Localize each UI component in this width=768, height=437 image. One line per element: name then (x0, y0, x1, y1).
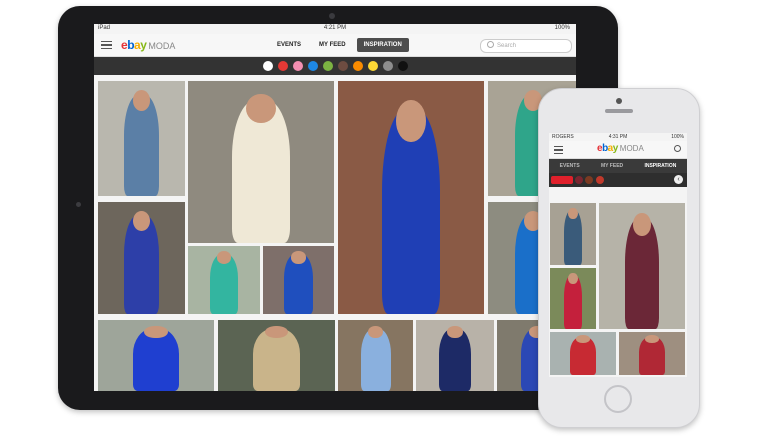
inspiration-grid (94, 24, 576, 391)
outfit-photo[interactable] (263, 246, 334, 314)
outfit-photo[interactable] (550, 332, 616, 375)
outfit-photo[interactable] (338, 320, 413, 391)
iphone-screen: ROGERS 4:31 PM 100% ebay MODA EVENTS MY F… (549, 133, 687, 377)
outfit-photo[interactable] (188, 246, 260, 314)
inspiration-grid (549, 133, 687, 377)
outfit-photo[interactable] (98, 202, 185, 314)
outfit-photo[interactable] (550, 268, 596, 329)
outfit-photo[interactable] (550, 203, 596, 265)
ipad-screen: iPad 4:21 PM 100% ebay MODA EVENTS MY FEE… (94, 24, 576, 391)
iphone-camera (616, 98, 622, 104)
outfit-photo[interactable] (599, 203, 685, 329)
iphone-speaker (605, 109, 633, 113)
outfit-photo[interactable] (619, 332, 685, 375)
outfit-photo[interactable] (98, 81, 185, 196)
ipad-side-dot (76, 202, 81, 207)
outfit-photo[interactable] (98, 320, 214, 391)
iphone-device: ROGERS 4:31 PM 100% ebay MODA EVENTS MY F… (538, 88, 700, 428)
ipad-camera (329, 13, 335, 19)
outfit-photo[interactable] (416, 320, 494, 391)
outfit-photo[interactable] (338, 81, 484, 314)
outfit-photo[interactable] (218, 320, 335, 391)
outfit-photo[interactable] (188, 81, 334, 243)
home-button[interactable] (604, 385, 632, 413)
